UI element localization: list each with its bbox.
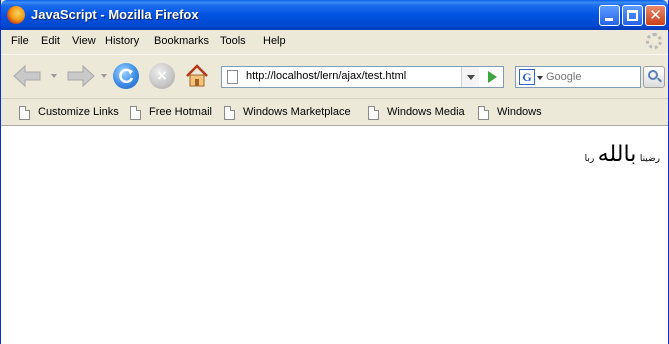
page-content: رضينا بالله ربا xyxy=(1,126,668,344)
back-history-dropdown[interactable] xyxy=(51,74,57,78)
address-input[interactable]: http://localhost/lern/ajax/test.html xyxy=(246,70,406,82)
page-icon xyxy=(368,106,379,120)
close-button[interactable]: ✕ xyxy=(645,5,666,26)
menu-view[interactable]: View xyxy=(72,35,96,47)
navigation-toolbar: × http://localhost/lern/ajax/test.html G xyxy=(1,54,668,98)
stop-icon: × xyxy=(156,68,168,84)
bookmark-label: Windows Marketplace xyxy=(243,106,351,118)
arabic-word-billah: بالله xyxy=(597,142,637,167)
reload-icon xyxy=(119,68,134,84)
bookmark-label: Windows xyxy=(497,106,542,118)
page-icon xyxy=(478,106,489,120)
menu-tools[interactable]: Tools xyxy=(220,35,246,47)
maximize-icon xyxy=(627,10,638,21)
menu-file[interactable]: File xyxy=(11,35,29,47)
home-icon[interactable] xyxy=(184,63,210,89)
search-bar[interactable]: G xyxy=(515,66,641,88)
minimize-icon xyxy=(605,18,613,21)
menu-bar: File Edit View History Bookmarks Tools H… xyxy=(1,30,668,54)
search-engine-dropdown[interactable] xyxy=(537,76,543,80)
close-icon: ✕ xyxy=(649,6,662,24)
minimize-button[interactable] xyxy=(599,5,620,26)
bookmark-label: Customize Links xyxy=(38,106,119,118)
stop-button[interactable]: × xyxy=(149,63,175,89)
firefox-icon xyxy=(7,6,25,24)
menu-history[interactable]: History xyxy=(105,35,139,47)
bookmark-label: Free Hotmail xyxy=(149,106,212,118)
page-icon xyxy=(227,70,238,84)
reload-button[interactable] xyxy=(113,63,139,89)
arabic-text: رضينا بالله ربا xyxy=(585,142,660,167)
menu-edit[interactable]: Edit xyxy=(41,35,60,47)
search-input[interactable] xyxy=(546,69,638,85)
forward-arrow-icon[interactable] xyxy=(67,65,95,87)
bookmark-label: Windows Media xyxy=(387,106,465,118)
arabic-word-radina: رضينا xyxy=(639,154,660,164)
address-bar[interactable]: http://localhost/lern/ajax/test.html xyxy=(221,66,504,88)
forward-history-dropdown[interactable] xyxy=(101,74,107,78)
search-button[interactable] xyxy=(643,66,665,88)
google-engine-icon[interactable]: G xyxy=(519,69,535,85)
address-dropdown-button[interactable] xyxy=(461,67,479,87)
arabic-word-rabba: ربا xyxy=(584,154,595,164)
page-icon xyxy=(224,106,235,120)
go-button[interactable] xyxy=(480,67,504,87)
page-icon xyxy=(130,106,141,120)
page-icon xyxy=(19,106,30,120)
maximize-button[interactable] xyxy=(622,5,643,26)
bookmarks-toolbar: Customize Links Free Hotmail Windows Mar… xyxy=(1,98,668,126)
title-bar[interactable]: JavaScript - Mozilla Firefox ✕ xyxy=(1,0,668,30)
menu-help[interactable]: Help xyxy=(263,35,286,47)
activity-throbber-icon xyxy=(646,33,662,49)
magnifier-handle xyxy=(657,77,662,83)
browser-window: JavaScript - Mozilla Firefox ✕ File Edit… xyxy=(0,0,669,344)
back-arrow-icon[interactable] xyxy=(13,65,41,87)
menu-bookmarks[interactable]: Bookmarks xyxy=(154,35,209,47)
window-title: JavaScript - Mozilla Firefox xyxy=(31,7,199,22)
